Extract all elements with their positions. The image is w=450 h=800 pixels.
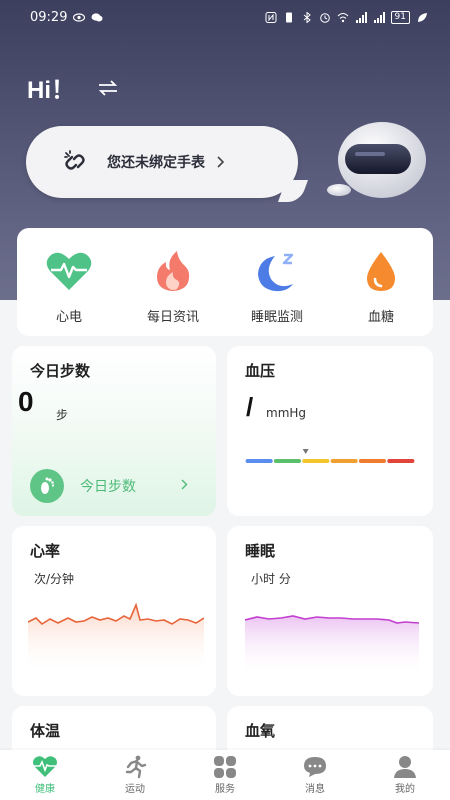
- robot-mascot-icon: [327, 122, 426, 198]
- bp-scale-segment: [330, 459, 358, 463]
- bp-scale-segment: [302, 459, 330, 463]
- vibrate-icon: [285, 12, 292, 22]
- nav-label: 运动: [125, 784, 145, 795]
- nav-label: 服务: [215, 784, 235, 795]
- feature-ecg[interactable]: 心电: [19, 250, 119, 325]
- signal-icon: [355, 11, 367, 23]
- bind-watch-label: 您还未绑定手表: [107, 155, 205, 171]
- leaf-icon: [418, 12, 427, 22]
- moon-sleep-icon: [258, 253, 294, 292]
- blood-pressure-card[interactable]: 血压: [227, 346, 433, 516]
- bottom-nav: 健康 运动 服务 消息 我的: [0, 750, 450, 800]
- heart-rate-line: [28, 602, 204, 626]
- swap-icon[interactable]: [97, 79, 119, 96]
- status-time: 09:29: [30, 9, 68, 25]
- nav-label: 我的: [395, 784, 415, 795]
- sleep-card[interactable]: 睡眠 小时 分: [227, 526, 433, 696]
- steps-value: 0: [18, 386, 34, 417]
- blood-pressure-scale: [245, 449, 415, 463]
- steps-unit: 步: [56, 408, 69, 422]
- chat-icon: [304, 757, 326, 777]
- bp-scale-segment: [358, 459, 386, 463]
- feature-sleep-monitor[interactable]: 睡眠监测: [227, 250, 327, 325]
- wifi-icon: [337, 12, 348, 22]
- nav-sport[interactable]: 运动: [100, 755, 170, 795]
- spo2-title: 血氧: [245, 722, 276, 740]
- today-steps-label: 今日步数: [80, 479, 136, 495]
- nav-mine[interactable]: 我的: [370, 755, 440, 795]
- temperature-title: 体温: [30, 722, 61, 740]
- eye-icon: [73, 12, 86, 22]
- nfc-icon: [265, 11, 277, 23]
- chevron-right-icon: [181, 479, 188, 490]
- bind-watch-button[interactable]: 您还未绑定手表: [26, 126, 309, 202]
- nav-health[interactable]: 健康: [10, 755, 80, 795]
- blood-pressure-title: 血压: [245, 362, 276, 380]
- blood-pressure-unit: mmHg: [266, 406, 307, 420]
- flame-icon: [157, 251, 190, 291]
- steps-title: 今日步数: [30, 362, 91, 380]
- sleep-area: [245, 616, 419, 676]
- nav-label: 健康: [35, 784, 55, 795]
- signal-icon-2: [373, 11, 385, 23]
- heart-pulse-icon: [33, 756, 57, 777]
- heart-rate-unit: 次/分钟: [34, 572, 75, 586]
- footprint-icon: [30, 469, 64, 503]
- heart-rate-title: 心率: [30, 542, 61, 560]
- heart-rate-area: [28, 605, 204, 674]
- chevron-right-icon: [217, 156, 225, 168]
- sleep-unit: 小时 分: [251, 572, 291, 586]
- feature-label: 睡眠监测: [250, 310, 303, 325]
- sleep-sparkline: [245, 615, 419, 676]
- running-icon: [125, 755, 147, 779]
- status-bar: 09:29 91: [0, 0, 450, 34]
- blood-pressure-value: /: [246, 392, 254, 422]
- alarm-icon: [319, 12, 330, 23]
- link-icon: [64, 150, 85, 170]
- user-icon: [394, 756, 416, 778]
- bp-scale-marker: [302, 449, 309, 454]
- nav-service[interactable]: 服务: [190, 755, 260, 795]
- nav-label: 消息: [305, 784, 325, 795]
- battery-level: 91: [390, 10, 410, 24]
- bp-scale-segment: [387, 459, 415, 463]
- feature-label: 心电: [55, 310, 82, 325]
- bluetooth-icon: [303, 11, 311, 23]
- blood-drop-icon: [367, 252, 395, 291]
- heart-rate-sparkline: [28, 602, 204, 674]
- heart-rate-card[interactable]: 心率 次/分钟: [12, 526, 216, 696]
- feature-blood-sugar[interactable]: 血糖: [331, 250, 431, 325]
- features-card: 心电 每日资讯 睡眠监测 血糖: [17, 228, 433, 336]
- feature-daily-news[interactable]: 每日资讯: [123, 250, 223, 325]
- feature-label: 血糖: [367, 310, 394, 325]
- grid-icon: [214, 756, 236, 778]
- sleep-title: 睡眠: [245, 542, 276, 560]
- today-steps-button[interactable]: 今日步数: [30, 469, 190, 503]
- bp-scale-segment: [245, 459, 273, 463]
- feature-label: 每日资讯: [146, 310, 199, 325]
- wechat-icon: [91, 12, 103, 21]
- greeting: Hi！: [27, 70, 119, 105]
- nav-messages[interactable]: 消息: [280, 755, 350, 795]
- greeting-text: Hi！: [27, 77, 75, 104]
- heart-ecg-icon: [46, 252, 92, 290]
- bp-scale-segment: [273, 459, 301, 463]
